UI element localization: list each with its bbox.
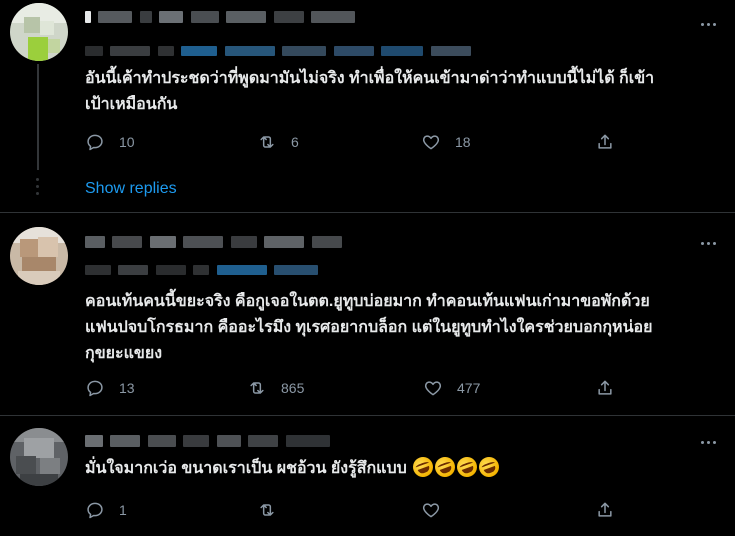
retweet-icon <box>250 382 264 394</box>
tweet-actions: 13 865 477 <box>85 376 625 400</box>
tweet-text-line: มั่นใจมากเว่อ ขนาดเราเป็น ผชอ้วน ยังรู้ส… <box>85 460 407 477</box>
heart-icon <box>424 381 442 396</box>
display-name-blurred[interactable] <box>85 8 358 26</box>
like-count: 18 <box>455 134 471 150</box>
tweet-text-line: เป้าเหมือนกัน <box>85 96 178 113</box>
heart-icon <box>422 135 440 150</box>
reply-button[interactable]: 13 <box>85 376 135 400</box>
tweet-text-line: แฟนปจบโกรธมาก คืออะไรมึง ทุเรศอยากบล็อก … <box>85 319 653 336</box>
retweet-button[interactable] <box>257 498 291 522</box>
like-count: 477 <box>457 380 481 396</box>
more-options-button[interactable] <box>695 233 721 253</box>
rofl-emoji-icon <box>454 454 481 480</box>
show-replies-link[interactable]: Show replies <box>85 180 177 198</box>
tweet-text-line: อันนี้เค้าทำประชดว่าที่พูดมามันไม่จริง ท… <box>85 70 655 87</box>
reply-icon <box>87 134 103 151</box>
rofl-emoji-icon <box>410 454 437 480</box>
display-name-blurred[interactable] <box>85 432 333 450</box>
reply-count: 10 <box>119 134 135 150</box>
thread-connector <box>37 64 39 170</box>
tweet-actions: 1 <box>85 498 625 522</box>
reply-count: 13 <box>119 380 135 396</box>
share-icon <box>598 134 612 149</box>
tweet-text: อันนี้เค้าทำประชดว่าที่พูดมามันไม่จริง ท… <box>85 66 715 118</box>
retweet-button[interactable]: 6 <box>257 130 299 154</box>
retweet-icon <box>260 504 274 516</box>
reply-icon <box>87 380 103 397</box>
tweet-1[interactable]: อันนี้เค้าทำประชดว่าที่พูดมามันไม่จริง ท… <box>0 0 735 212</box>
tweet-text-line: คอนเท้นคนนี้ขยะจริง คือกูเจอในตต.ยูทูบบ่… <box>85 293 650 310</box>
user-avatar[interactable] <box>10 3 68 61</box>
like-button[interactable] <box>421 498 455 522</box>
handle-blurred <box>85 261 321 275</box>
retweet-button[interactable]: 865 <box>247 376 304 400</box>
share-button[interactable] <box>595 376 629 400</box>
heart-icon <box>422 503 440 518</box>
share-icon <box>598 380 612 395</box>
share-icon <box>598 502 612 517</box>
tweet-3[interactable]: มั่นใจมากเว่อ ขนาดเราเป็น ผชอ้วน ยังรู้ส… <box>0 416 735 536</box>
rofl-emoji-icon <box>476 454 503 480</box>
rofl-emoji-icon <box>432 454 459 480</box>
tweet-text-line: กุขยะแขยง <box>85 345 163 362</box>
retweet-count: 865 <box>281 380 305 396</box>
share-button[interactable] <box>595 498 629 522</box>
reply-button[interactable]: 10 <box>85 130 135 154</box>
like-button[interactable]: 477 <box>423 376 480 400</box>
timeline-feed: อันนี้เค้าทำประชดว่าที่พูดมามันไม่จริง ท… <box>0 0 735 536</box>
tweet-text: คอนเท้นคนนี้ขยะจริง คือกูเจอในตต.ยูทูบบ่… <box>85 289 715 367</box>
thread-ellipsis <box>36 178 40 199</box>
reply-count: 1 <box>119 502 127 518</box>
tweet-text: มั่นใจมากเว่อ ขนาดเราเป็น ผชอ้วน ยังรู้ส… <box>85 454 715 482</box>
reply-button[interactable]: 1 <box>85 498 127 522</box>
retweet-icon <box>260 136 274 148</box>
display-name-blurred[interactable] <box>85 233 345 251</box>
user-avatar[interactable] <box>10 227 68 285</box>
user-avatar[interactable] <box>10 428 68 486</box>
more-options-button[interactable] <box>695 14 721 34</box>
share-button[interactable] <box>595 130 629 154</box>
tweet-2[interactable]: คอนเท้นคนนี้ขยะจริง คือกูเจอในตต.ยูทูบบ่… <box>0 213 735 415</box>
retweet-count: 6 <box>291 134 299 150</box>
more-options-button[interactable] <box>695 432 721 452</box>
like-button[interactable]: 18 <box>421 130 471 154</box>
reply-icon <box>87 502 103 519</box>
handle-blurred <box>85 42 474 56</box>
tweet-actions: 10 6 18 <box>85 130 625 154</box>
